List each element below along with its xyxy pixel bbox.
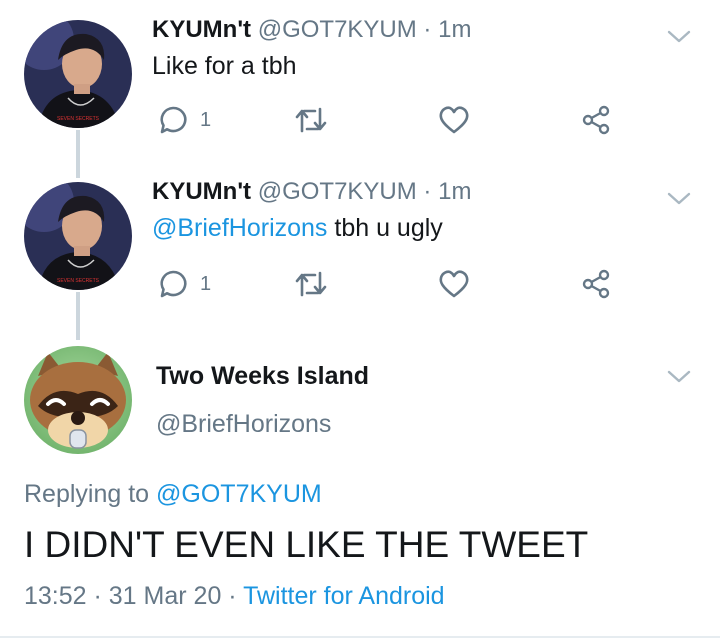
avatar[interactable]	[24, 346, 132, 454]
chevron-down-icon[interactable]	[666, 366, 692, 386]
share-button[interactable]	[580, 100, 612, 140]
reply-count: 1	[200, 272, 212, 295]
action-bar: 1	[152, 264, 622, 304]
user-handle[interactable]: @GOT7KYUM	[258, 16, 417, 43]
avatar-shirt-text: SEVEN SECRETS	[57, 278, 100, 284]
separator: ·	[221, 582, 244, 610]
timestamp[interactable]: 1m	[438, 16, 471, 43]
separator: ·	[423, 178, 432, 205]
reply-count: 1	[200, 108, 212, 131]
share-icon	[582, 269, 610, 299]
chevron-down-icon[interactable]	[666, 26, 692, 46]
user-handle[interactable]: @GOT7KYUM	[258, 178, 417, 205]
retweet-icon	[295, 271, 327, 297]
separator: ·	[423, 16, 432, 43]
replying-to-link[interactable]: @GOT7KYUM	[156, 480, 322, 508]
display-name[interactable]: KYUMn't	[152, 16, 251, 43]
tweet-2[interactable]: SEVEN SECRETS KYUMn't @GOT7KYUM · 1m @Br…	[0, 170, 720, 340]
chevron-down-icon[interactable]	[666, 188, 692, 208]
reply-icon	[160, 270, 187, 298]
avatar-shirt-text: SEVEN SECRETS	[57, 116, 100, 122]
tweet-meta: 13:52 · 31 Mar 20 · Twitter for Android	[24, 582, 445, 611]
tweet-header: KYUMn't @GOT7KYUM · 1m	[152, 178, 471, 206]
tweet-text: Like for a tbh	[152, 52, 297, 80]
tweet-time[interactable]: 13:52	[24, 582, 87, 610]
reply-icon	[160, 106, 187, 134]
avatar[interactable]: SEVEN SECRETS	[24, 20, 132, 128]
reply-button[interactable]: 1	[158, 100, 211, 140]
tweet-1[interactable]: SEVEN SECRETS KYUMn't @GOT7KYUM · 1m Lik…	[0, 0, 720, 178]
replying-prefix: Replying to	[24, 480, 157, 508]
tweet-text: @BriefHorizons tbh u ugly	[152, 214, 443, 243]
divider	[0, 636, 720, 638]
like-button[interactable]	[438, 100, 470, 140]
share-button[interactable]	[580, 264, 612, 304]
mention-link[interactable]: @BriefHorizons	[152, 214, 327, 242]
avatar[interactable]: SEVEN SECRETS	[24, 182, 132, 290]
share-icon	[582, 105, 610, 135]
tweet-header: KYUMn't @GOT7KYUM · 1m	[152, 16, 471, 44]
retweet-button[interactable]	[294, 100, 328, 140]
tweet-source-link[interactable]: Twitter for Android	[243, 582, 444, 610]
display-name[interactable]: KYUMn't	[152, 178, 251, 205]
tweet-text-rest: tbh u ugly	[327, 214, 443, 242]
thread-line	[76, 292, 80, 340]
replying-to: Replying to @GOT7KYUM	[24, 480, 322, 509]
display-name[interactable]: Two Weeks Island	[156, 362, 369, 391]
reply-button[interactable]: 1	[158, 264, 211, 304]
tweet-date[interactable]: 31 Mar 20	[109, 582, 222, 610]
tweet-text: I DIDN'T EVEN LIKE THE TWEET	[24, 524, 589, 565]
retweet-icon	[295, 107, 327, 133]
like-icon	[439, 270, 469, 298]
action-bar: 1	[152, 100, 622, 140]
like-icon	[439, 106, 469, 134]
retweet-button[interactable]	[294, 264, 328, 304]
separator: ·	[86, 582, 109, 610]
user-handle[interactable]: @BriefHorizons	[156, 410, 331, 439]
timestamp[interactable]: 1m	[438, 178, 471, 205]
like-button[interactable]	[438, 264, 470, 304]
